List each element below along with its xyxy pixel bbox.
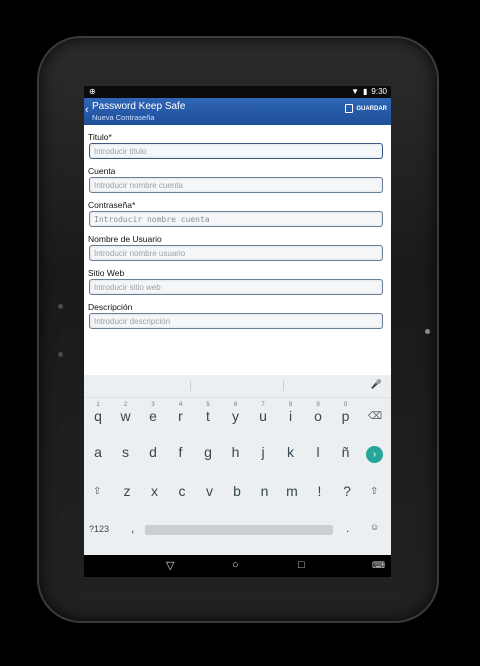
password-form: Titulo* Introducir titulo Cuenta Introdu… <box>88 130 387 336</box>
key-row3-2[interactable]: c <box>168 483 196 499</box>
app-subtitle: Nueva Contraseña <box>92 113 155 122</box>
save-label: GUARDAR <box>356 105 387 112</box>
key-row3-5[interactable]: n <box>251 483 279 499</box>
screen: ⊕ ▼ ▮ 9:30 ‹ Password Keep Safe Nueva Co… <box>84 86 391 577</box>
usuario-input[interactable]: Introducir nombre usuario <box>89 245 383 261</box>
app-bar: ‹ Password Keep Safe Nueva Contraseña GU… <box>84 98 391 125</box>
soft-keyboard: 🎤 1234567890 qwertyuiop ⌫ asdfghjklñ › ⇧… <box>84 375 391 555</box>
key-row2-6[interactable]: j <box>249 444 277 460</box>
key-row2-8[interactable]: l <box>304 444 332 460</box>
key-row3-4[interactable]: b <box>223 483 251 499</box>
key-row1-0[interactable]: q <box>84 408 112 424</box>
key-row1-4[interactable]: t <box>194 408 222 424</box>
contrasena-input[interactable]: Introducir nombre cuenta <box>89 211 383 227</box>
field-label-contrasena: Contraseña* <box>88 200 136 210</box>
key-row1-8[interactable]: o <box>304 408 332 424</box>
suggestion-strip: 🎤 <box>84 375 391 398</box>
symbols-key[interactable]: ?123 <box>89 524 109 534</box>
wifi-icon: ▼ <box>351 87 360 96</box>
period-key[interactable]: . <box>346 521 349 535</box>
back-triangle-icon[interactable]: ▽ <box>166 559 174 572</box>
key-row3-0[interactable]: z <box>113 483 141 499</box>
key-row1-5[interactable]: y <box>222 408 250 424</box>
comma-key[interactable]: , <box>131 521 134 535</box>
tablet-camera-dot <box>58 304 63 309</box>
status-time: 9:30 <box>371 87 387 96</box>
enter-arrow-icon[interactable]: › <box>366 446 383 463</box>
key-row2-2[interactable]: d <box>139 444 167 460</box>
key-row2-4[interactable]: g <box>194 444 222 460</box>
key-row3-3[interactable]: v <box>196 483 224 499</box>
key-row3-7[interactable]: ! <box>306 483 334 499</box>
key-row1-3[interactable]: r <box>167 408 195 424</box>
battery-icon: ▮ <box>363 87 368 96</box>
android-icon: ⊕ <box>89 87 96 96</box>
key-row2-0[interactable]: a <box>84 444 112 460</box>
descripcion-input[interactable]: Introducir descripción <box>89 313 383 329</box>
key-row2-5[interactable]: h <box>222 444 250 460</box>
key-row2-9[interactable]: ñ <box>332 444 360 460</box>
recents-square-icon[interactable]: □ <box>298 559 305 571</box>
space-bar[interactable] <box>145 525 333 535</box>
shift-right-icon[interactable]: ⇧ <box>370 486 378 497</box>
shift-left-icon[interactable]: ⇧ <box>93 486 101 497</box>
microphone-icon[interactable]: 🎤 <box>371 379 382 390</box>
back-arrow-icon[interactable]: ‹ <box>85 104 89 116</box>
home-circle-icon[interactable]: ○ <box>232 559 239 571</box>
navigation-bar: ▽ ○ □ ⌨ <box>84 555 391 577</box>
app-title: Password Keep Safe <box>92 101 186 112</box>
keyboard-switch-icon[interactable]: ⌨ <box>372 560 385 571</box>
key-row3-6[interactable]: m <box>278 483 306 499</box>
key-row3-8[interactable]: ? <box>333 483 361 499</box>
key-row3-1[interactable]: x <box>141 483 169 499</box>
tablet-front-camera <box>425 329 430 334</box>
key-row1-9[interactable]: p <box>332 408 360 424</box>
field-label-titulo: Titulo* <box>88 132 112 142</box>
key-row1-7[interactable]: i <box>277 408 305 424</box>
status-bar: ⊕ ▼ ▮ 9:30 <box>84 86 391 98</box>
cuenta-input[interactable]: Introducir nombre cuenta <box>89 177 383 193</box>
key-row2-3[interactable]: f <box>167 444 195 460</box>
tablet-sensor-dot <box>58 352 63 357</box>
key-row2-1[interactable]: s <box>112 444 140 460</box>
key-row1-2[interactable]: e <box>139 408 167 424</box>
field-label-sitio-web: Sitio Web <box>88 268 125 278</box>
emoji-icon[interactable]: ☺ <box>370 522 379 532</box>
key-row1-6[interactable]: u <box>249 408 277 424</box>
key-row2-7[interactable]: k <box>277 444 305 460</box>
sitio-web-input[interactable]: Introducir sitio web <box>89 279 383 295</box>
key-row1-1[interactable]: w <box>112 408 140 424</box>
backspace-icon[interactable]: ⌫ <box>368 411 382 422</box>
save-button[interactable]: GUARDAR <box>345 104 387 113</box>
field-label-cuenta: Cuenta <box>88 166 116 176</box>
titulo-input[interactable]: Introducir titulo <box>89 143 383 159</box>
field-label-descripcion: Descripción <box>88 302 133 312</box>
floppy-disk-icon <box>345 104 354 113</box>
field-label-usuario: Nombre de Usuario <box>88 234 162 244</box>
